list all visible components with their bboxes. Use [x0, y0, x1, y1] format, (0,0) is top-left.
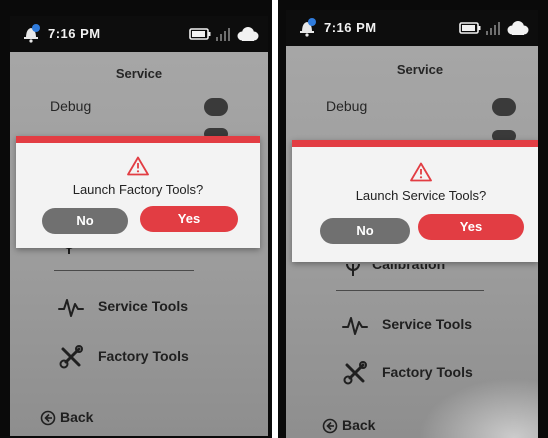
left-phone: 7:16 PM Service Debug Service Tools Fact…	[0, 0, 272, 438]
back-button[interactable]: Back	[322, 414, 402, 438]
signal-icon	[216, 28, 230, 41]
menu-item-service-tools[interactable]: Service Tools	[342, 310, 522, 340]
pulse-icon	[342, 317, 368, 335]
status-icons	[189, 27, 259, 41]
status-time: 7:16 PM	[324, 20, 377, 35]
debug-label: Debug	[50, 98, 92, 114]
dialog-message: Launch Service Tools?	[355, 188, 487, 203]
warning-icon	[127, 156, 149, 176]
menu-item-service-tools[interactable]: Service Tools	[58, 292, 238, 322]
right-screen: 7:16 PM Service Debug Calibration Servic…	[286, 10, 538, 438]
menu-item-label: Service Tools	[382, 316, 473, 332]
pulse-icon	[58, 299, 84, 317]
tools-icon	[59, 345, 83, 369]
calibration-icon	[346, 264, 360, 276]
right-phone: 7:16 PM Service Debug Calibration Servic…	[278, 0, 548, 438]
battery-icon	[459, 22, 481, 34]
no-button[interactable]: No	[320, 218, 410, 244]
status-time: 7:16 PM	[48, 26, 101, 41]
dialog-accent-bar	[292, 140, 538, 147]
notification-bell-icon[interactable]	[20, 23, 42, 43]
notification-bell-icon[interactable]	[296, 17, 318, 37]
yes-button[interactable]: Yes	[140, 206, 238, 232]
menu-item-factory-tools[interactable]: Factory Tools	[342, 358, 522, 388]
back-button[interactable]: Back	[40, 406, 120, 430]
page-title: Service	[115, 66, 163, 81]
status-bar: 7:16 PM	[10, 16, 268, 52]
left-screen: 7:16 PM Service Debug Service Tools Fact…	[10, 16, 268, 436]
menu-item-factory-tools[interactable]: Factory Tools	[58, 342, 238, 372]
debug-toggle[interactable]	[204, 98, 228, 116]
menu-divider	[54, 270, 194, 271]
tools-icon	[343, 361, 367, 385]
battery-icon	[189, 28, 211, 40]
menu-item-label: Factory Tools	[382, 364, 473, 380]
photo: 7:16 PM Service Debug Service Tools Fact…	[0, 0, 548, 438]
menu-item-label: Factory Tools	[98, 348, 189, 364]
back-label: Back	[342, 417, 376, 433]
confirm-dialog: Launch Service Tools? No Yes	[292, 140, 538, 262]
debug-label: Debug	[326, 98, 368, 114]
page-title: Service	[396, 62, 444, 77]
debug-toggle[interactable]	[492, 98, 516, 116]
menu-item-calibration[interactable]: Calibration	[338, 264, 518, 280]
dialog-message: Launch Factory Tools?	[72, 182, 204, 197]
cloud-icon	[237, 27, 259, 41]
menu-divider	[336, 290, 484, 291]
back-arrow-icon	[40, 410, 56, 426]
dialog-accent-bar	[16, 136, 260, 143]
status-bar: 7:16 PM	[286, 10, 538, 46]
status-icons	[459, 21, 529, 35]
no-button[interactable]: No	[42, 208, 128, 234]
warning-icon	[410, 162, 432, 182]
signal-icon	[486, 22, 500, 35]
back-label: Back	[60, 409, 94, 425]
menu-item-label: Calibration	[372, 264, 446, 272]
yes-button[interactable]: Yes	[418, 214, 524, 240]
cloud-icon	[507, 21, 529, 35]
menu-item-label: Service Tools	[98, 298, 189, 314]
back-arrow-icon	[322, 418, 338, 434]
confirm-dialog: Launch Factory Tools? No Yes	[16, 136, 260, 248]
